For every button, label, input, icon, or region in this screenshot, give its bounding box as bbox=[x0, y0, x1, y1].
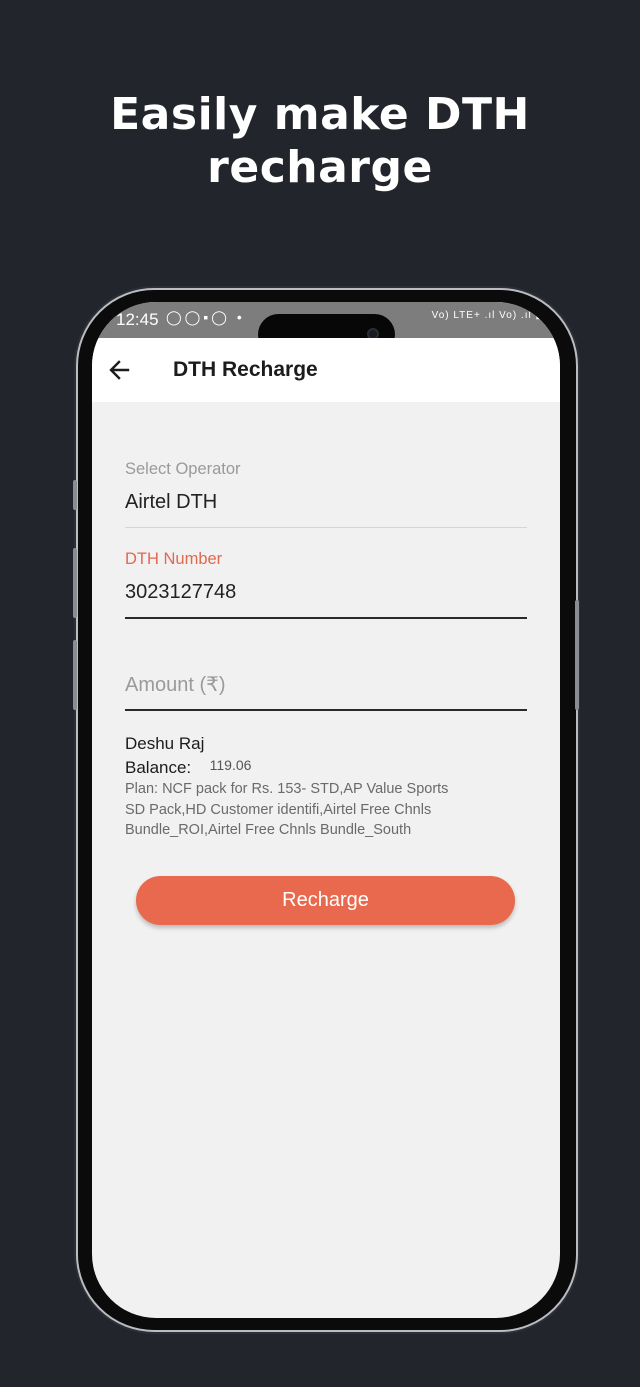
promo-headline-line2: recharge bbox=[207, 142, 433, 193]
promo-headline: Easily make DTH recharge bbox=[0, 88, 640, 194]
plan-description: Plan: NCF pack for Rs. 153- STD,AP Value… bbox=[125, 781, 449, 838]
customer-name: Deshu Raj bbox=[125, 734, 205, 753]
page-title: DTH Recharge bbox=[173, 358, 318, 381]
app-bar: DTH Recharge bbox=[92, 338, 560, 402]
network-icons: Vo) LTE+ .ıl Vo) .ıl ▮ bbox=[431, 310, 542, 321]
status-time: 12:45 bbox=[116, 310, 159, 329]
notification-icons: ◯◯▪◯ • bbox=[166, 309, 245, 325]
balance-value: 119.06 bbox=[209, 757, 252, 773]
field-underline bbox=[125, 709, 527, 711]
dth-number-input[interactable]: DTH Number 3023127748 bbox=[125, 550, 527, 619]
recharge-button[interactable]: Recharge bbox=[136, 876, 515, 925]
phone-side-button bbox=[73, 548, 77, 618]
operator-select[interactable]: Select Operator Airtel DTH bbox=[125, 460, 527, 528]
promo-headline-line1: Easily make DTH bbox=[110, 89, 530, 140]
dth-number-value: 3023127748 bbox=[125, 581, 237, 603]
balance-label: Balance: bbox=[125, 758, 192, 777]
arrow-left-icon[interactable] bbox=[106, 356, 134, 384]
amount-placeholder: Amount (₹) bbox=[125, 674, 226, 696]
phone-power-button bbox=[575, 600, 579, 710]
field-underline bbox=[125, 617, 527, 619]
phone-side-button bbox=[73, 640, 77, 710]
customer-info: Deshu Raj Balance: 119.06 Plan: NCF pack… bbox=[125, 734, 535, 841]
amount-input[interactable]: Amount (₹) bbox=[125, 672, 527, 712]
operator-label: Select Operator bbox=[125, 460, 241, 478]
balance-row: Balance: 119.06 bbox=[125, 757, 535, 778]
phone-screen: 12:45 ◯◯▪◯ • Vo) LTE+ .ıl Vo) .ıl ▮ DTH … bbox=[92, 302, 560, 1318]
phone-side-button bbox=[73, 480, 77, 510]
operator-value: Airtel DTH bbox=[125, 491, 218, 513]
dth-number-label: DTH Number bbox=[125, 550, 223, 568]
field-underline bbox=[125, 527, 527, 528]
